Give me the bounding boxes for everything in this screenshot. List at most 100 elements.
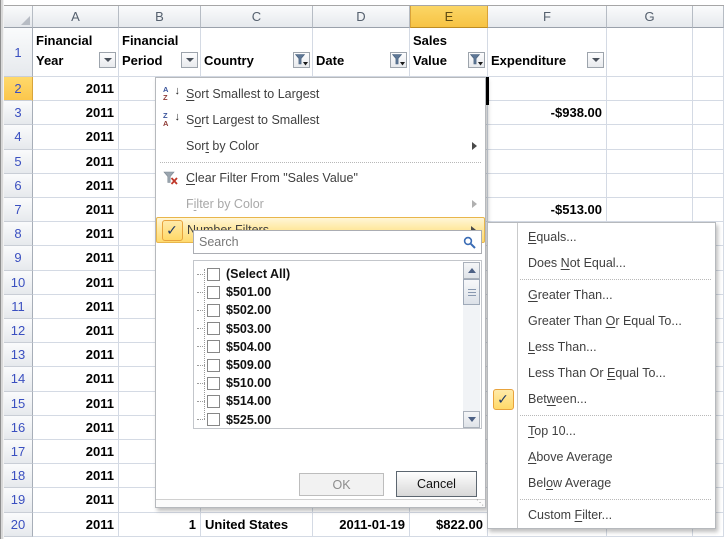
- cell-A19[interactable]: 2011: [33, 488, 119, 512]
- submenu-item-does-not-equal[interactable]: Does Not Equal...: [488, 250, 715, 276]
- cell-A4[interactable]: 2011: [33, 125, 119, 149]
- menu-item-clear-filter-from-sales-value[interactable]: Clear Filter From "Sales Value": [156, 165, 485, 191]
- cancel-button[interactable]: Cancel: [396, 471, 477, 497]
- value-list-item[interactable]: $503.00: [197, 320, 271, 338]
- cell-A15[interactable]: 2011: [33, 392, 119, 416]
- row-header-4[interactable]: 4: [4, 125, 33, 149]
- column-header-A[interactable]: A: [33, 6, 119, 28]
- menu-item-sort-by-color[interactable]: Sort by Color: [156, 133, 485, 159]
- menu-item-sort-largest-to-smallest[interactable]: ZA↓Sort Largest to Smallest: [156, 107, 485, 133]
- row-header-7[interactable]: 7: [4, 198, 33, 222]
- value-list-item[interactable]: $509.00: [197, 356, 271, 374]
- row-header-13[interactable]: 13: [4, 343, 33, 367]
- column-header-C[interactable]: C: [201, 6, 313, 28]
- search-icon[interactable]: [463, 236, 476, 249]
- cell-H5[interactable]: [693, 150, 724, 174]
- cell-A12[interactable]: 2011: [33, 319, 119, 343]
- cell-A11[interactable]: 2011: [33, 295, 119, 319]
- row-header-17[interactable]: 17: [4, 440, 33, 464]
- cell-D20[interactable]: 2011-01-19: [313, 513, 410, 537]
- resize-grip-icon[interactable]: ⋱: [476, 499, 484, 507]
- cell-H7[interactable]: [693, 198, 724, 222]
- cell-A5[interactable]: 2011: [33, 150, 119, 174]
- checkbox-unchecked[interactable]: [207, 268, 220, 281]
- cell-F5[interactable]: [488, 150, 607, 174]
- value-list-item[interactable]: $514.00: [197, 392, 271, 410]
- row-header-18[interactable]: 18: [4, 464, 33, 488]
- checkbox-unchecked[interactable]: [207, 322, 220, 335]
- header-cell-F[interactable]: Expenditure: [488, 28, 607, 77]
- row-header-12[interactable]: 12: [4, 319, 33, 343]
- cell-A3[interactable]: 2011: [33, 101, 119, 125]
- cell-A13[interactable]: 2011: [33, 343, 119, 367]
- row-header-8[interactable]: 8: [4, 222, 33, 246]
- submenu-item-custom-filter[interactable]: Custom Filter...: [488, 502, 715, 528]
- cell-A2[interactable]: 2011: [33, 77, 119, 101]
- cell-A20[interactable]: 2011: [33, 513, 119, 537]
- cell-F6[interactable]: [488, 174, 607, 198]
- submenu-item-less-than[interactable]: Less Than...: [488, 334, 715, 360]
- cell-A8[interactable]: 2011: [33, 222, 119, 246]
- column-header-G[interactable]: G: [607, 6, 693, 28]
- row-header-3[interactable]: 3: [4, 101, 33, 125]
- row-header-16[interactable]: 16: [4, 416, 33, 440]
- cell-F2[interactable]: [488, 77, 607, 101]
- submenu-item-top-10[interactable]: Top 10...: [488, 418, 715, 444]
- row-header-5[interactable]: 5: [4, 150, 33, 174]
- cell-E20[interactable]: $822.00: [410, 513, 488, 537]
- cell-H2[interactable]: [693, 77, 724, 101]
- cell-A6[interactable]: 2011: [33, 174, 119, 198]
- cell-A16[interactable]: 2011: [33, 416, 119, 440]
- checkbox-unchecked[interactable]: [207, 395, 220, 408]
- checkbox-unchecked[interactable]: [207, 359, 220, 372]
- cell-F3[interactable]: -$938.00: [488, 101, 607, 125]
- submenu-item-greater-than[interactable]: Greater Than...: [488, 282, 715, 308]
- cell-F4[interactable]: [488, 125, 607, 149]
- row-header-10[interactable]: 10: [4, 271, 33, 295]
- cell-A14[interactable]: 2011: [33, 367, 119, 391]
- submenu-item-below-average[interactable]: Below Average: [488, 470, 715, 496]
- cell-G6[interactable]: [607, 174, 693, 198]
- filter-dropdown-button-B[interactable]: [181, 52, 198, 68]
- cell-A18[interactable]: 2011: [33, 464, 119, 488]
- header-cell-C[interactable]: Country: [201, 28, 313, 77]
- cell-A7[interactable]: 2011: [33, 198, 119, 222]
- value-list-item[interactable]: $510.00: [197, 374, 271, 392]
- cell-C20[interactable]: United States: [201, 513, 313, 537]
- submenu-item-above-average[interactable]: Above Average: [488, 444, 715, 470]
- cell-G4[interactable]: [607, 125, 693, 149]
- column-header-partial[interactable]: [693, 6, 724, 28]
- scrollbar-thumb[interactable]: [463, 279, 480, 305]
- row-header-15[interactable]: 15: [4, 392, 33, 416]
- row-header-20[interactable]: 20: [4, 513, 33, 537]
- checkbox-unchecked[interactable]: [207, 304, 220, 317]
- column-header-B[interactable]: B: [119, 6, 201, 28]
- header-cell-B[interactable]: FinancialPeriod: [119, 28, 201, 77]
- value-list-item[interactable]: $502.00: [197, 301, 271, 319]
- search-input[interactable]: [194, 231, 481, 253]
- submenu-item-greater-than-or-equal-to[interactable]: Greater Than Or Equal To...: [488, 308, 715, 334]
- scroll-down-button[interactable]: [463, 411, 480, 428]
- checkbox-unchecked[interactable]: [207, 413, 220, 426]
- submenu-item-less-than-or-equal-to[interactable]: Less Than Or Equal To...: [488, 360, 715, 386]
- header-cell-A[interactable]: FinancialYear: [33, 28, 119, 77]
- cell-A17[interactable]: 2011: [33, 440, 119, 464]
- row-header-9[interactable]: 9: [4, 246, 33, 270]
- filter-dropdown-button-A[interactable]: [99, 52, 116, 68]
- row-header-2[interactable]: 2: [4, 77, 33, 101]
- row-header-6[interactable]: 6: [4, 174, 33, 198]
- column-header-F[interactable]: F: [488, 6, 607, 28]
- filter-dropdown-button-F[interactable]: [587, 52, 604, 68]
- cell-F7[interactable]: -$513.00: [488, 198, 607, 222]
- cell-G7[interactable]: [607, 198, 693, 222]
- cell-H3[interactable]: [693, 101, 724, 125]
- select-all-corner[interactable]: [4, 6, 33, 28]
- filter-funnel-button-D[interactable]: [390, 52, 407, 68]
- header-cell-G[interactable]: [607, 28, 693, 77]
- header-cell-D[interactable]: Date: [313, 28, 410, 77]
- cell-H4[interactable]: [693, 125, 724, 149]
- value-list-scrollbar[interactable]: [463, 262, 480, 428]
- scroll-up-button[interactable]: [463, 262, 480, 279]
- row-header-19[interactable]: 19: [4, 488, 33, 512]
- cell-G5[interactable]: [607, 150, 693, 174]
